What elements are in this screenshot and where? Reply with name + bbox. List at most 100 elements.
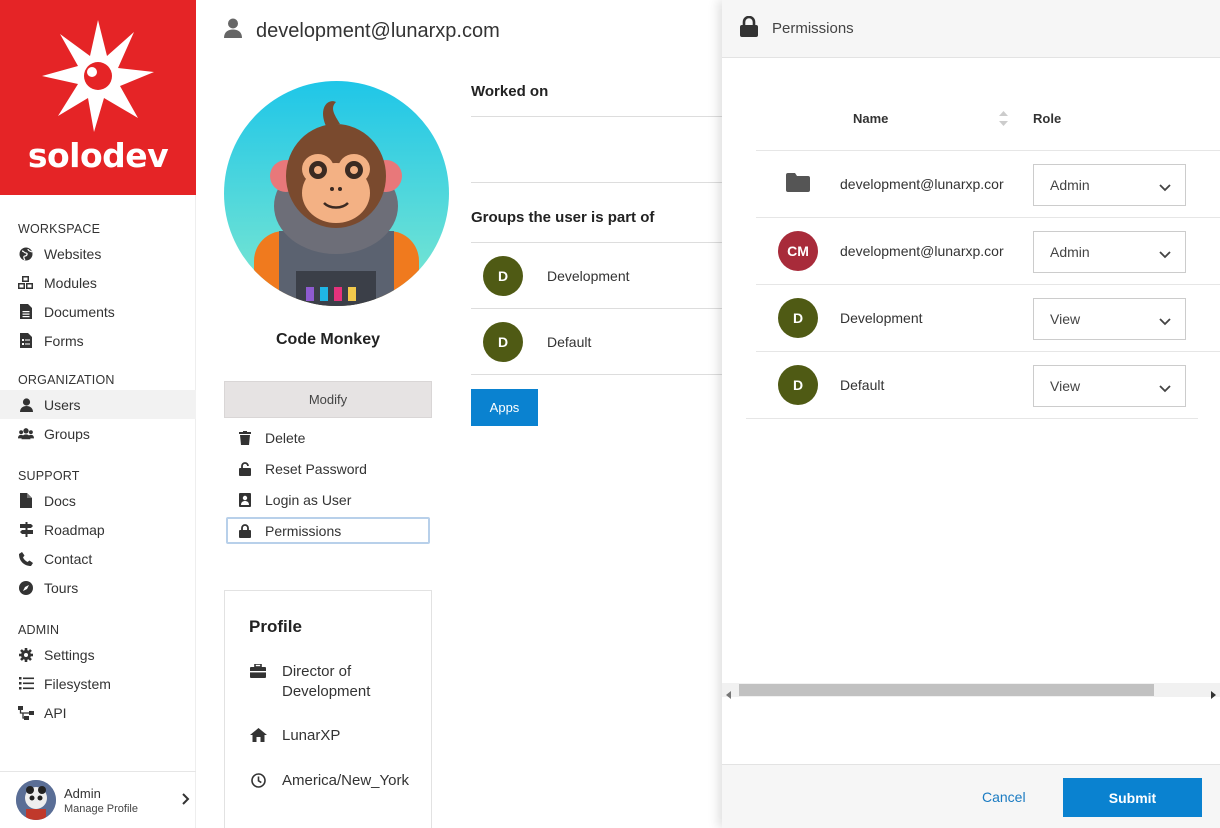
gear-icon bbox=[18, 647, 34, 663]
nav-item-label: Users bbox=[44, 396, 81, 413]
nav-item-roadmap[interactable]: Roadmap bbox=[0, 515, 196, 544]
role-value: View bbox=[1050, 311, 1081, 327]
scrollbar-thumb[interactable] bbox=[739, 684, 1154, 696]
scroll-right-icon[interactable] bbox=[1211, 686, 1216, 702]
panel-header: Permissions bbox=[722, 0, 1220, 58]
user-display-name: Code Monkey bbox=[275, 331, 380, 348]
modify-button[interactable]: Modify bbox=[224, 381, 432, 418]
group-name: Default bbox=[547, 334, 592, 350]
profile-title: Profile bbox=[249, 617, 302, 636]
permission-row: D Development View bbox=[756, 284, 1220, 351]
permission-row: D Default View bbox=[756, 351, 1220, 418]
nav-item-label: API bbox=[44, 704, 67, 721]
user-header: development@lunarxp.com bbox=[224, 18, 500, 44]
action-label: Permissions bbox=[265, 522, 342, 539]
nav-item-settings[interactable]: Settings bbox=[0, 640, 196, 669]
action-label: Delete bbox=[265, 430, 306, 446]
permission-name: Development bbox=[840, 310, 923, 326]
column-header-name[interactable]: Name bbox=[853, 111, 888, 126]
groups-title: Groups the user is part of bbox=[471, 209, 655, 226]
permission-row: CM development@lunarxp.cor Admin bbox=[756, 217, 1220, 284]
globe-icon bbox=[18, 246, 34, 262]
permissions-panel: Permissions Name Role development@lunarx… bbox=[722, 0, 1220, 828]
signpost-icon bbox=[18, 522, 34, 538]
profile-job-line1: Director of bbox=[282, 663, 352, 680]
document-icon bbox=[18, 304, 34, 320]
sidebar: solodev WORKSPACE Websites Modules Docum… bbox=[0, 0, 196, 828]
nav-section-workspace: WORKSPACE bbox=[18, 222, 101, 236]
nav-item-label: Roadmap bbox=[44, 521, 105, 538]
role-value: Admin bbox=[1050, 244, 1090, 260]
cancel-button[interactable]: Cancel bbox=[982, 789, 1026, 805]
folder-icon bbox=[786, 173, 810, 195]
manage-profile-link[interactable]: Admin Manage Profile bbox=[0, 771, 196, 828]
nav-item-documents[interactable]: Documents bbox=[0, 297, 196, 326]
sort-icon[interactable] bbox=[999, 111, 1008, 129]
role-select[interactable]: Admin bbox=[1033, 164, 1186, 206]
group-avatar: D bbox=[483, 256, 523, 296]
solodev-logo[interactable]: solodev bbox=[0, 0, 196, 195]
form-icon bbox=[18, 333, 34, 349]
submit-button[interactable]: Submit bbox=[1063, 778, 1202, 817]
nav-item-contact[interactable]: Contact bbox=[0, 544, 196, 573]
nav-item-modules[interactable]: Modules bbox=[0, 268, 196, 297]
nav-item-forms[interactable]: Forms bbox=[0, 326, 196, 355]
divider bbox=[471, 308, 731, 309]
role-value: Admin bbox=[1050, 177, 1090, 193]
permission-name: development@lunarxp.cor bbox=[840, 243, 1004, 259]
user-avatar bbox=[224, 81, 449, 306]
nav-item-tours[interactable]: Tours bbox=[0, 573, 196, 602]
profile-company: LunarXP bbox=[249, 726, 340, 746]
member-avatar: D bbox=[778, 365, 818, 405]
group-avatar: D bbox=[483, 322, 523, 362]
lock-icon bbox=[740, 15, 758, 41]
divider bbox=[471, 242, 731, 243]
profile-timezone-text: America/New_York bbox=[282, 772, 409, 789]
apps-button[interactable]: Apps bbox=[471, 389, 538, 426]
login-as-user-action[interactable]: Login as User bbox=[238, 490, 351, 510]
users-icon bbox=[18, 426, 34, 442]
group-name: Development bbox=[547, 268, 630, 284]
permissions-action[interactable]: Permissions bbox=[226, 517, 430, 544]
role-select[interactable]: View bbox=[1033, 298, 1186, 340]
chevron-right-icon bbox=[182, 792, 190, 808]
profile-card: Profile Director of Development LunarXP … bbox=[224, 590, 432, 828]
star-logo-icon bbox=[42, 20, 154, 132]
trash-icon bbox=[238, 431, 252, 445]
role-select[interactable]: View bbox=[1033, 365, 1186, 407]
permission-name: Default bbox=[840, 377, 885, 393]
reset-password-action[interactable]: Reset Password bbox=[238, 459, 367, 479]
footer-user-name: Admin bbox=[64, 785, 101, 801]
group-row-development[interactable]: D Development bbox=[471, 256, 630, 296]
nav-section-organization: ORGANIZATION bbox=[18, 373, 115, 387]
role-select[interactable]: Admin bbox=[1033, 231, 1186, 273]
home-icon bbox=[249, 726, 267, 746]
nav-item-label: Contact bbox=[44, 550, 93, 567]
nav-item-label: Modules bbox=[44, 274, 97, 291]
admin-avatar bbox=[16, 780, 56, 820]
scroll-left-icon[interactable] bbox=[726, 686, 731, 702]
chevron-down-icon bbox=[1159, 179, 1171, 195]
nav-item-users[interactable]: Users bbox=[0, 390, 196, 419]
profile-company-text: LunarXP bbox=[282, 727, 341, 744]
delete-action[interactable]: Delete bbox=[238, 428, 305, 448]
permission-row: development@lunarxp.cor Admin bbox=[756, 150, 1220, 217]
member-avatar: CM bbox=[778, 231, 818, 271]
nav-item-filesystem[interactable]: Filesystem bbox=[0, 669, 196, 698]
profile-job-line2: Development bbox=[282, 683, 371, 700]
id-badge-icon bbox=[238, 493, 252, 507]
chevron-down-icon bbox=[1159, 246, 1171, 262]
nav-item-docs[interactable]: Docs bbox=[0, 486, 196, 515]
compass-icon bbox=[18, 580, 34, 596]
briefcase-icon bbox=[249, 662, 267, 702]
divider bbox=[471, 182, 731, 183]
permission-name: development@lunarxp.cor bbox=[840, 176, 1004, 192]
chevron-down-icon bbox=[1159, 313, 1171, 329]
nav-item-groups[interactable]: Groups bbox=[0, 419, 196, 448]
user-icon bbox=[18, 397, 34, 413]
nav-item-api[interactable]: API bbox=[0, 698, 196, 727]
nav-item-websites[interactable]: Websites bbox=[0, 239, 196, 268]
divider bbox=[746, 418, 1198, 419]
horizontal-scrollbar[interactable] bbox=[722, 683, 1220, 699]
group-row-default[interactable]: D Default bbox=[471, 322, 591, 362]
